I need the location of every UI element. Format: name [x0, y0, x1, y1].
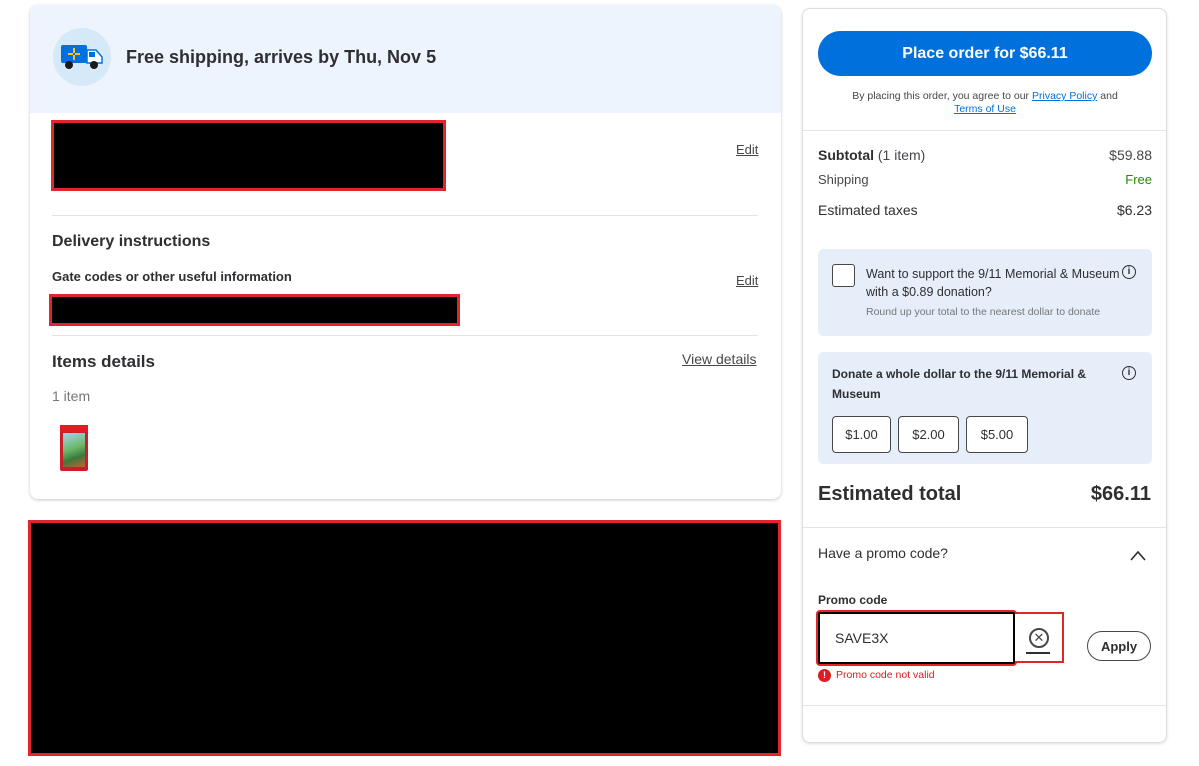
subtotal-row: Subtotal (1 item) $59.88	[818, 147, 1152, 163]
redacted-instructions	[49, 294, 460, 326]
divider	[803, 705, 1166, 706]
divider	[803, 527, 1166, 528]
delivery-instructions-subtitle: Gate codes or other useful information	[52, 269, 292, 284]
info-icon[interactable]: i	[1122, 366, 1136, 380]
terms-of-use-link[interactable]: Terms of Use	[954, 103, 1016, 115]
roundup-subtext: Round up your total to the nearest dolla…	[866, 306, 1101, 318]
promo-code-input[interactable]	[818, 612, 1015, 664]
promo-error-text: Promo code not valid	[836, 669, 935, 681]
donate-title: Donate a whole dollar to the 9/11 Memori…	[832, 367, 1087, 401]
place-order-button[interactable]: Place order for $66.11	[818, 31, 1152, 76]
redacted-address	[51, 120, 446, 191]
promo-code-toggle[interactable]: Have a promo code?	[818, 545, 948, 561]
estimated-total-value: $66.11	[1090, 483, 1151, 505]
chevron-up-icon[interactable]	[1130, 549, 1146, 563]
donate-amount-button[interactable]: $2.00	[898, 416, 959, 453]
taxes-value: $6.23	[1116, 202, 1152, 218]
close-icon: ✕	[1029, 628, 1049, 648]
roundup-text: Want to support the 9/11 Memorial & Muse…	[866, 267, 1120, 299]
delivery-instructions-title: Delivery instructions	[52, 233, 211, 250]
order-summary-card: Place order for $66.11 By placing this o…	[802, 8, 1167, 743]
shipping-banner: Free shipping, arrives by Thu, Nov 5	[30, 5, 781, 113]
product-thumbnail[interactable]	[60, 425, 88, 471]
clear-input-button[interactable]: ✕	[1015, 612, 1064, 663]
divider	[52, 335, 758, 336]
shipping-row: Shipping Free	[818, 172, 1152, 187]
item-count: 1 item	[52, 388, 91, 404]
error-icon: !	[818, 669, 831, 682]
roundup-checkbox[interactable]	[832, 264, 855, 287]
estimated-total-label: Estimated total	[818, 483, 962, 505]
divider	[52, 215, 758, 216]
items-details-title: Items details	[52, 352, 155, 371]
agreement-text: By placing this order, you agree to our …	[852, 90, 1118, 115]
info-icon[interactable]: i	[1122, 265, 1136, 279]
delivery-truck-icon	[53, 28, 111, 86]
roundup-donation-box: Want to support the 9/11 Memorial & Muse…	[818, 249, 1152, 336]
view-details-link[interactable]: View details	[682, 351, 756, 367]
apply-promo-button[interactable]: Apply	[1087, 631, 1151, 661]
redacted-payment-section	[28, 520, 781, 756]
promo-code-label: Promo code	[818, 593, 888, 607]
edit-instructions-link[interactable]: Edit	[736, 273, 758, 288]
edit-address-link[interactable]: Edit	[736, 142, 758, 157]
whole-dollar-donation-box: Donate a whole dollar to the 9/11 Memori…	[818, 352, 1152, 464]
divider	[803, 130, 1166, 131]
donate-amount-button[interactable]: $1.00	[832, 416, 891, 453]
shipping-card: Free shipping, arrives by Thu, Nov 5 Edi…	[30, 5, 781, 499]
donate-amount-button[interactable]: $5.00	[966, 416, 1028, 453]
shipping-value: Free	[1125, 172, 1152, 187]
privacy-policy-link[interactable]: Privacy Policy	[1032, 90, 1097, 102]
subtotal-value: $59.88	[1109, 147, 1152, 163]
taxes-row: Estimated taxes $6.23	[818, 202, 1152, 218]
shipping-arrival-text: Free shipping, arrives by Thu, Nov 5	[126, 47, 437, 67]
